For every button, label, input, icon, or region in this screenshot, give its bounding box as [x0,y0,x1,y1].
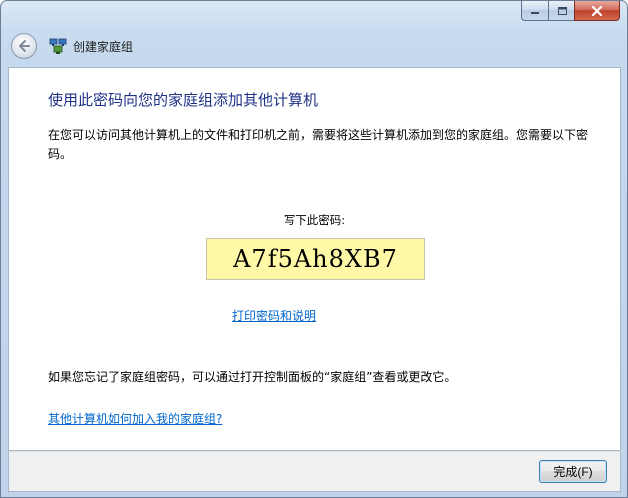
header-bar: 创建家庭组 [9,28,619,64]
maximize-icon [557,6,567,15]
minimize-button[interactable] [521,1,548,21]
password-label: 写下此密码: [283,213,346,227]
wizard-window: 创建家庭组 使用此密码向您的家庭组添加其他计算机 在您可以访问其他计算机上的文件… [0,0,628,498]
back-button[interactable] [11,33,37,59]
caption-buttons [521,1,620,21]
window-title: 创建家庭组 [73,39,134,54]
minimize-icon [531,11,539,14]
join-homegroup-help-link[interactable]: 其他计算机如何加入我的家庭组? [48,410,222,427]
intro-text: 在您可以访问其他计算机上的文件和打印机之前，需要将这些计算机添加到您的家庭组。您… [48,128,589,161]
footer-bar: 完成(F) [8,451,621,492]
page-heading: 使用此密码向您的家庭组添加其他计算机 [48,91,319,109]
homegroup-icon [49,38,67,54]
password-display: A7f5Ah8XB7 [206,238,425,280]
finish-button[interactable]: 完成(F) [539,460,607,483]
back-arrow-icon [19,40,30,52]
close-icon [591,5,603,16]
maximize-button[interactable] [548,1,574,21]
close-button[interactable] [574,1,620,21]
print-password-link[interactable]: 打印密码和说明 [232,307,316,324]
content-panel: 使用此密码向您的家庭组添加其他计算机 在您可以访问其他计算机上的文件和打印机之前… [8,67,621,451]
forgot-password-text: 如果您忘记了家庭组密码，可以通过打开控制面板的“家庭组”查看或更改它。 [48,370,457,384]
